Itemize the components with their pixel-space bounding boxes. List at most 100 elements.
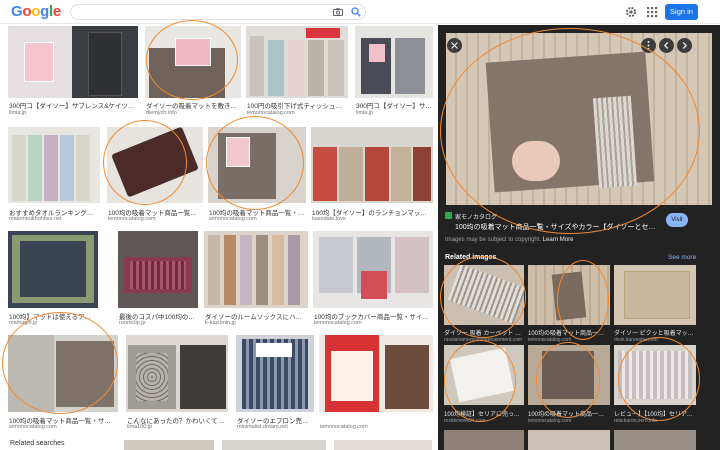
result-thumbnail[interactable] — [8, 231, 98, 308]
search-icon[interactable] — [351, 7, 361, 17]
related-title[interactable]: レビュー】【100均】セリア... — [614, 409, 696, 418]
result-source[interactable]: iemonocatalog.com — [108, 216, 156, 222]
result-tile[interactable]: 100均の吸着マット商品一覧・サイズ... iemonocatalog.com — [208, 127, 306, 223]
related-source[interactable]: rockinnews24.com — [444, 418, 524, 424]
learn-more-link[interactable]: Learn More — [543, 237, 574, 243]
related-title[interactable]: ダイソー 吸着 カーペット 100... — [444, 328, 524, 337]
google-images-page: Google Sign in 300円コ【ダイソー】サブレンス&ケイツを lim… — [0, 0, 720, 450]
result-source[interactable]: matomeukhohbsx.net — [9, 216, 62, 222]
gear-icon[interactable] — [625, 6, 637, 18]
result-source[interactable]: minimalist.dream.net — [237, 424, 288, 430]
google-logo[interactable]: Google — [11, 3, 61, 20]
related-source[interactable]: iemonocatalog.com — [528, 337, 610, 343]
more-button[interactable] — [641, 38, 656, 53]
copyright-text: Images may be subject to copyright. — [445, 237, 542, 243]
result-thumbnail[interactable] — [8, 26, 138, 98]
result-source[interactable]: kasodate.love — [312, 216, 346, 222]
result-thumbnail[interactable] — [319, 335, 433, 412]
partial-thumb[interactable] — [124, 440, 214, 450]
result-thumbnail[interactable] — [126, 335, 228, 412]
related-title[interactable]: 100均検証】セリアに売ってた... — [444, 409, 524, 418]
result-tile[interactable]: ダイソーのルームソックスにハイソック... k-kazumin.jp — [204, 231, 308, 328]
visit-button[interactable]: Visit — [666, 213, 688, 227]
partial-thumb[interactable] — [334, 440, 432, 450]
result-source[interactable]: mamagirl.jp — [9, 320, 37, 326]
preview-site-name[interactable]: 家モノカタログ — [455, 212, 497, 221]
partial-thumb[interactable] — [222, 440, 326, 450]
result-tile[interactable]: ダイソーの吸着マットを敷き詰めた部屋... diemych.info — [145, 26, 241, 118]
result-tile[interactable]: 100均の吸着マット商品一覧・サイズ... iemonocatalog.com — [107, 127, 203, 223]
result-source[interactable]: lima100.jp — [127, 424, 152, 430]
result-tile[interactable]: 100均のブックカバー商品一覧・サイズ・本... iemonocatalog.c… — [313, 231, 433, 328]
related-images-heading: Related images — [445, 254, 497, 261]
result-tile[interactable]: iemonocatalog.com — [319, 335, 433, 432]
result-thumbnail[interactable] — [355, 26, 433, 98]
related-source[interactable]: desk.kuronobu.com — [614, 337, 696, 343]
result-title[interactable]: 300円コ【ダイソー】サブレンス&ケイ... — [356, 100, 432, 110]
camera-icon[interactable] — [333, 8, 343, 16]
result-thumbnail[interactable] — [8, 335, 118, 412]
result-thumbnail[interactable] — [246, 26, 348, 98]
result-thumbnail[interactable] — [311, 127, 433, 203]
result-tile[interactable]: 100均】マットは使えるアイテムがすぐ... mamagirl.jp — [8, 231, 98, 328]
related-source[interactable]: iemonocatalog.com — [528, 418, 610, 424]
result-thumbnail[interactable] — [118, 231, 198, 308]
result-tile[interactable]: 300円コ【ダイソー】サブレンス&ケイツをご紹介♪ limia.jp — [8, 26, 138, 118]
related-thumb[interactable] — [444, 430, 524, 450]
result-title[interactable]: 300円コ【ダイソー】サブレンス&ケイツをご紹介♪ — [9, 100, 137, 110]
related-title[interactable]: 100均の吸着マット商品一覧・サイズ... — [528, 409, 610, 418]
related-thumb[interactable] — [528, 430, 610, 450]
result-tile[interactable]: おすすめタオルランキング】100均... matomeukhohbsx.net — [8, 127, 100, 223]
result-source[interactable]: limia.jp — [9, 110, 26, 116]
next-button[interactable] — [677, 38, 692, 53]
result-tile[interactable]: 100均の吸着マット商品一覧・サイズや色... iemonocatalog.co… — [8, 335, 118, 432]
logo-letter: o — [31, 3, 41, 20]
related-thumb[interactable] — [444, 345, 524, 405]
site-favicon — [445, 212, 452, 219]
result-source[interactable]: iemonocatalog.com — [314, 320, 362, 326]
result-source[interactable]: iemonocatalog.com — [209, 216, 257, 222]
related-source[interactable]: russianamericanentertainment.com — [444, 337, 524, 343]
related-title[interactable]: ダイソー ピクッと吸着マット】を... — [614, 328, 696, 337]
related-thumb[interactable] — [614, 345, 696, 405]
result-title[interactable]: ダイソーの吸着マットを敷き詰めた部屋... — [146, 100, 240, 110]
apps-icon[interactable] — [646, 6, 658, 18]
result-tile[interactable]: 300円コ【ダイソー】サブレンス&ケイ... limia.jp — [355, 26, 433, 118]
result-source[interactable]: roomclip.jp — [119, 320, 146, 326]
sign-in-button[interactable]: Sign in — [665, 4, 698, 20]
result-thumbnail[interactable] — [313, 231, 433, 308]
related-thumb[interactable] — [614, 430, 696, 450]
result-thumbnail[interactable] — [208, 127, 306, 203]
result-thumbnail[interactable] — [236, 335, 314, 412]
result-source[interactable]: k-kazumin.jp — [205, 320, 236, 326]
related-thumb[interactable] — [528, 345, 610, 405]
close-button[interactable] — [447, 38, 462, 53]
see-more-link[interactable]: See more — [668, 254, 696, 261]
previous-button[interactable] — [659, 38, 674, 53]
copyright-notice: Images may be subject to copyright. Lear… — [445, 237, 573, 243]
preview-image[interactable] — [446, 33, 712, 205]
search-box[interactable] — [70, 4, 366, 20]
result-tile[interactable]: 100均【ダイソー】のランチョンマット・ラン... kasodate.love — [311, 127, 433, 223]
related-title[interactable]: 100均の吸着マット商品一覧・サイズ... — [528, 328, 610, 337]
result-tile[interactable]: こんなにあったの？かわいくて実用的... lima100.jp — [126, 335, 228, 432]
result-source[interactable]: iemonocatalog.com — [320, 424, 368, 430]
result-tile[interactable]: 最後のコスパ中100均の吸着マット... roomclip.jp — [118, 231, 198, 328]
result-source[interactable]: limia.jp — [356, 110, 373, 116]
related-thumb[interactable] — [614, 265, 696, 325]
preview-title[interactable]: 100均の吸着マット商品一覧・サイズやカラー【ダイソーとセリアで比100... — [455, 222, 660, 232]
related-thumb[interactable] — [444, 265, 524, 325]
result-tile[interactable]: ダイソーのエプロン売り場は... minimalist.dream.net — [236, 335, 314, 432]
result-thumbnail[interactable] — [204, 231, 308, 308]
search-input[interactable] — [79, 6, 329, 18]
result-source[interactable]: iemonocatalog.com — [247, 110, 295, 116]
related-thumb[interactable] — [528, 265, 610, 325]
result-thumbnail[interactable] — [107, 127, 203, 203]
result-title[interactable]: 100円の吸引下げ式ティッシュボックス... — [247, 100, 347, 110]
result-tile[interactable]: 100円の吸引下げ式ティッシュボックス... iemonocatalog.com — [246, 26, 348, 118]
result-thumbnail[interactable] — [8, 127, 100, 203]
result-thumbnail[interactable] — [145, 26, 241, 98]
related-source[interactable]: reta.kuron.zero.info — [614, 418, 696, 424]
result-source[interactable]: iemonocatalog.com — [9, 424, 57, 430]
result-source[interactable]: diemych.info — [146, 110, 177, 116]
